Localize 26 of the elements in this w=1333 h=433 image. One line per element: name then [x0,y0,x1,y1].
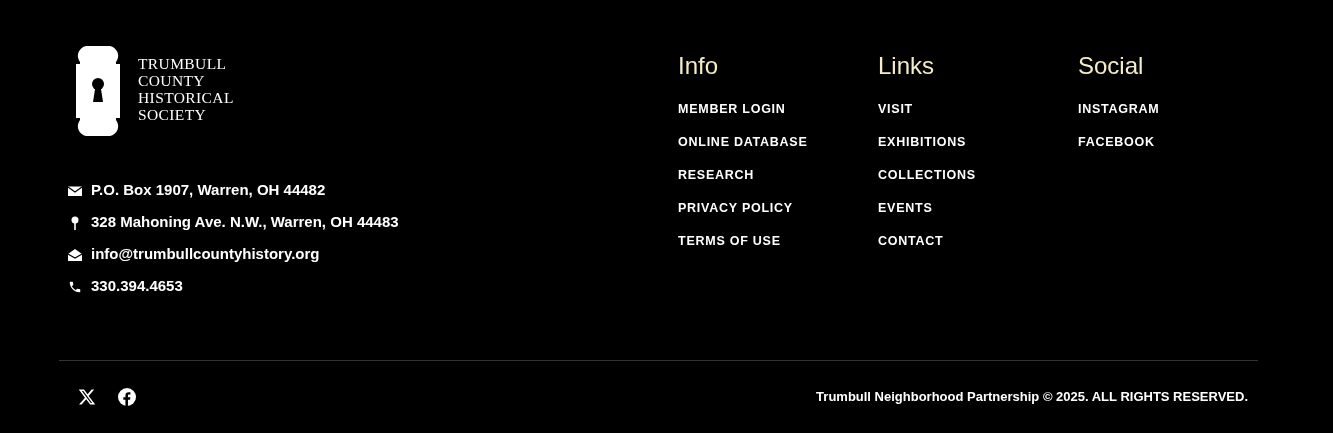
footer-link[interactable]: VISIT [878,100,913,119]
contact-text: info@trumbullcountyhistory.org [91,244,320,265]
footer-link[interactable]: TERMS OF USE [678,232,781,251]
footer-link[interactable]: COLLECTIONS [878,166,976,185]
column-heading: Info [678,51,720,81]
footer-link[interactable]: CONTACT [878,232,944,251]
column-heading: Links [878,51,936,81]
contact-text: 328 Mahoning Ave. N.W., Warren, OH 44483 [91,212,399,233]
open-envelope-icon [68,247,82,262]
logo-text: TRUMBULL COUNTY HISTORICAL SOCIETY [138,55,234,123]
footer-link[interactable]: INSTAGRAM [1078,100,1160,119]
contact-text: P.O. Box 1907, Warren, OH 44482 [91,180,326,201]
footer-link[interactable]: PRIVACY POLICY [678,199,793,218]
footer-link[interactable]: RESEARCH [678,166,755,185]
x-logo-icon[interactable] [78,388,96,406]
phone-icon [68,279,82,294]
keyhole-logo-icon [76,46,120,136]
column-heading: Social [1078,51,1145,81]
footer-link[interactable]: MEMBER LOGIN [678,100,786,119]
copyright-text: Trumbull Neighborhood Partnership © 2025. ALL RIGHTS RESERVED. [816,388,1248,407]
facebook-icon[interactable] [118,388,136,406]
footer-link[interactable]: ONLINE DATABASE [678,133,808,152]
footer-link[interactable]: EXHIBITIONS [878,133,967,152]
footer-link[interactable]: FACEBOOK [1078,133,1155,152]
contact-text: 330.394.4653 [91,276,183,297]
footer-link[interactable]: EVENTS [878,199,933,218]
